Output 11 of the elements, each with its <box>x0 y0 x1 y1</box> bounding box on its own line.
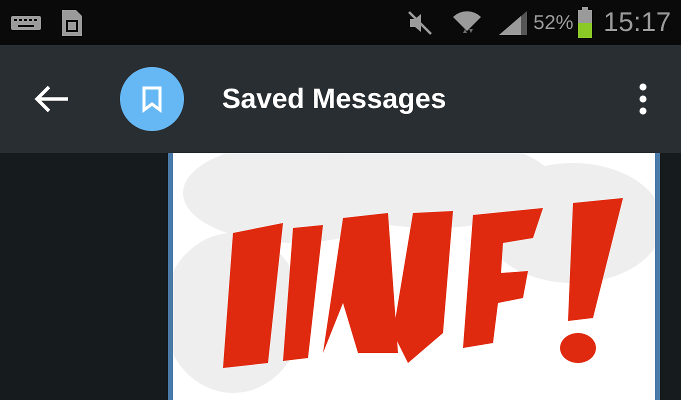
battery-percent: 52% <box>533 10 574 36</box>
keyboard-icon <box>10 14 42 32</box>
signal-icon <box>497 8 530 36</box>
mute-icon <box>407 10 434 36</box>
more-menu-icon[interactable] <box>639 83 647 115</box>
sim-card-icon <box>60 8 84 38</box>
battery-icon <box>577 6 594 38</box>
clock: 15:17 <box>603 6 671 40</box>
back-arrow-icon[interactable] <box>34 84 70 114</box>
bookmark-icon <box>141 85 163 113</box>
chat-title: Saved Messages <box>222 82 448 116</box>
